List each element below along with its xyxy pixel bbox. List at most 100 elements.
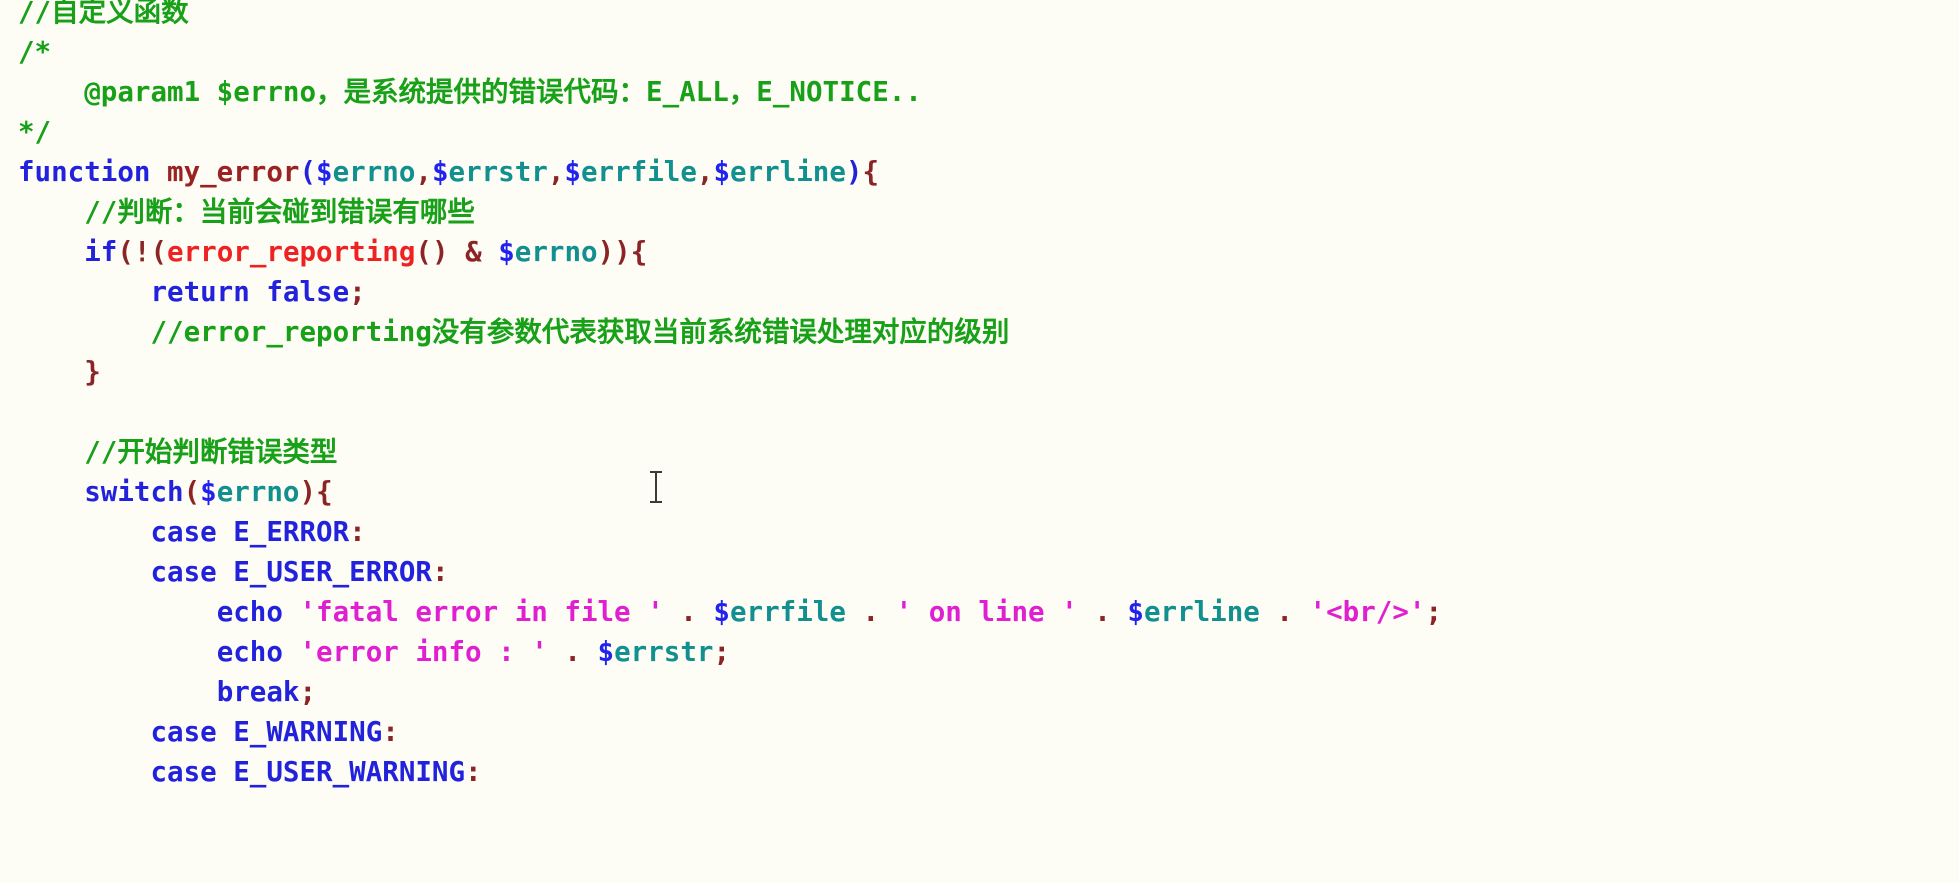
- code-line[interactable]: @param1 $errno，是系统提供的错误代码：E_ALL，E_NOTICE…: [0, 72, 1959, 112]
- code-token-string: 'error info : ': [299, 636, 548, 668]
- code-token-punctuation: ): [299, 476, 317, 508]
- code-line[interactable]: case E_ERROR:: [0, 512, 1959, 552]
- code-token-variable-name: errno: [216, 476, 300, 508]
- code-token-comment: //开始判断错误类型: [18, 436, 338, 468]
- code-token-keyword: case: [150, 716, 217, 748]
- code-line[interactable]: //error_reporting没有参数代表获取当前系统错误处理对应的级别: [0, 312, 1959, 352]
- code-token-variable-sigil: $: [431, 156, 449, 188]
- code-token-keyword: echo: [216, 596, 283, 628]
- code-token-keyword: switch: [84, 476, 184, 508]
- code-token-punctuation: :: [431, 556, 449, 588]
- code-token-punctuation: (): [415, 236, 449, 268]
- code-line[interactable]: */: [0, 112, 1959, 152]
- code-token-punctuation: )): [597, 236, 631, 268]
- code-line[interactable]: switch($errno){: [0, 472, 1959, 512]
- code-token-comment: //判断：当前会碰到错误有哪些: [18, 196, 475, 228]
- code-lines-container[interactable]: //自定义函数 /* @param1 $errno，是系统提供的错误代码：E_AL…: [0, 0, 1959, 792]
- code-line[interactable]: [0, 392, 1959, 432]
- code-line[interactable]: function my_error($errno,$errstr,$errfil…: [0, 152, 1959, 192]
- code-token-keyword: false: [266, 276, 350, 308]
- code-token-punctuation: .: [1094, 596, 1111, 628]
- code-token-punctuation: ;: [1425, 596, 1443, 628]
- code-token-variable-name: errline: [1143, 596, 1260, 628]
- code-token-punctuation: {: [316, 476, 333, 508]
- code-line[interactable]: echo 'fatal error in file ' . $errfile .…: [0, 592, 1959, 632]
- code-token-keyword: ): [845, 156, 863, 188]
- code-line[interactable]: case E_USER_ERROR:: [0, 552, 1959, 592]
- code-line[interactable]: case E_USER_WARNING:: [0, 752, 1959, 792]
- code-line[interactable]: break;: [0, 672, 1959, 712]
- code-line[interactable]: case E_WARNING:: [0, 712, 1959, 752]
- code-token-punctuation: (: [183, 476, 201, 508]
- code-token-punctuation: (: [150, 236, 168, 268]
- code-token-punctuation: ,: [415, 156, 432, 188]
- code-line[interactable]: return false;: [0, 272, 1959, 312]
- code-token-comment: //自定义函数: [18, 0, 189, 28]
- code-token-punctuation: ,: [696, 156, 714, 188]
- code-token-variable-sigil: $: [564, 156, 581, 188]
- code-line[interactable]: }: [0, 352, 1959, 392]
- code-line[interactable]: //判断：当前会碰到错误有哪些: [0, 192, 1959, 232]
- code-token-comment: //error_reporting没有参数代表获取当前系统错误处理对应的级别: [18, 316, 1010, 348]
- code-token-function-name: my_error: [167, 156, 300, 188]
- code-token-variable-sigil: $: [200, 476, 217, 508]
- code-token-punctuation: .: [564, 636, 581, 668]
- code-token-keyword: (: [299, 156, 317, 188]
- code-editor-surface[interactable]: //自定义函数 /* @param1 $errno，是系统提供的错误代码：E_AL…: [0, 0, 1959, 883]
- code-token-string: '<br/>': [1309, 596, 1426, 628]
- code-line[interactable]: if(!(error_reporting() & $errno)){: [0, 232, 1959, 272]
- code-token-variable-name: errline: [730, 156, 846, 188]
- code-token-punctuation: :: [465, 756, 482, 788]
- code-line[interactable]: echo 'error info : ' . $errstr;: [0, 632, 1959, 672]
- code-token-punctuation: ;: [713, 636, 730, 668]
- code-line[interactable]: //开始判断错误类型: [0, 432, 1959, 472]
- code-token-variable-name: errno: [332, 156, 416, 188]
- code-token-punctuation: &: [465, 236, 482, 268]
- code-token-variable-sigil: $: [713, 156, 731, 188]
- code-line[interactable]: //自定义函数: [0, 0, 1959, 32]
- code-token-variable-name: errfile: [580, 156, 697, 188]
- code-line[interactable]: /*: [0, 32, 1959, 72]
- code-token-punctuation: ;: [299, 676, 317, 708]
- code-token-keyword: echo: [216, 636, 283, 668]
- code-token-variable-name: errno: [514, 236, 598, 268]
- code-token-punctuation: {: [862, 156, 880, 188]
- code-token-variable-sigil: $: [316, 156, 333, 188]
- code-token-variable-sigil: $: [597, 636, 615, 668]
- code-token-keyword: if: [84, 236, 118, 268]
- code-token-punctuation: .: [862, 596, 880, 628]
- code-token-variable-sigil: $: [498, 236, 515, 268]
- code-token-variable-name: errfile: [729, 596, 846, 628]
- code-token-punctuation: }: [84, 356, 101, 388]
- code-token-constant: E_USER_ERROR: [233, 556, 432, 588]
- code-token-variable-sigil: $: [1127, 596, 1144, 628]
- code-token-keyword: case: [150, 516, 217, 548]
- code-token-variable-sigil: $: [713, 596, 730, 628]
- code-token-keyword: case: [150, 556, 217, 588]
- code-token-punctuation: ;: [349, 276, 366, 308]
- code-token-variable-name: errstr: [614, 636, 714, 668]
- code-token-punctuation: :: [349, 516, 366, 548]
- code-token-keyword: function: [18, 156, 151, 188]
- code-token-punctuation: :: [382, 716, 399, 748]
- code-token-keyword: break: [216, 676, 300, 708]
